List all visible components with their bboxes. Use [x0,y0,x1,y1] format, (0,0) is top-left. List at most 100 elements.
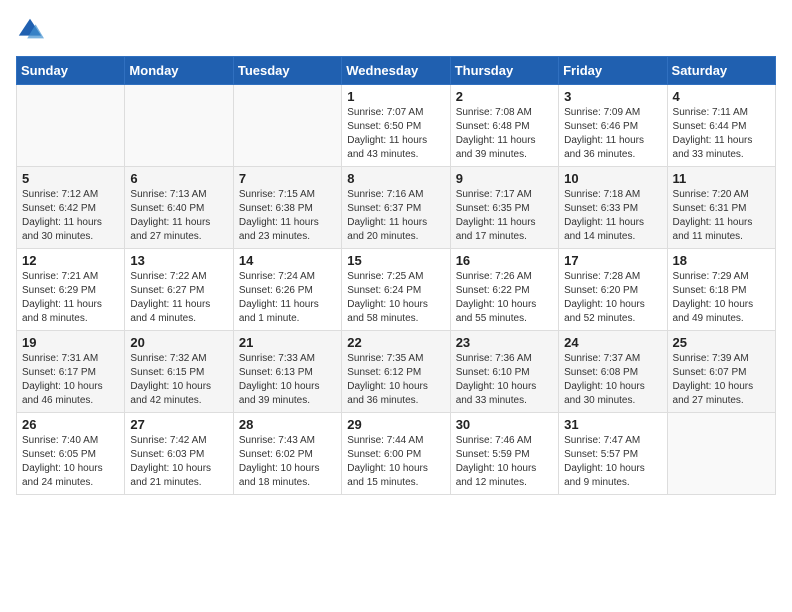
logo [16,16,48,44]
day-number: 22 [347,335,444,350]
day-number: 16 [456,253,553,268]
cell-info: Sunrise: 7:25 AM Sunset: 6:24 PM Dayligh… [347,270,444,326]
day-number: 6 [130,171,227,186]
cell-info: Sunrise: 7:36 AM Sunset: 6:10 PM Dayligh… [456,352,553,408]
cell-info: Sunrise: 7:13 AM Sunset: 6:40 PM Dayligh… [130,188,227,244]
day-number: 11 [673,171,770,186]
calendar-cell: 8 Sunrise: 7:16 AM Sunset: 6:37 PM Daylig… [342,167,450,249]
calendar-cell: 17Sunrise: 7:28 AM Sunset: 6:20 PM Dayli… [559,249,667,331]
day-number: 28 [239,417,336,432]
calendar-cell: 10 Sunrise: 7:18 AM Sunset: 6:33 PM Dayli… [559,167,667,249]
cell-info: Sunrise: 7:26 AM Sunset: 6:22 PM Dayligh… [456,270,553,326]
cell-info: Sunrise: 7:22 AM Sunset: 6:27 PM Dayligh… [130,270,227,326]
calendar-week-row: 12 Sunrise: 7:21 AM Sunset: 6:29 PM Dayli… [17,249,776,331]
col-header-sunday: Sunday [17,57,125,85]
day-number: 9 [456,171,553,186]
day-number: 20 [130,335,227,350]
calendar-cell: 11 Sunrise: 7:20 AM Sunset: 6:31 PM Dayli… [667,167,775,249]
cell-info: Sunrise: 7:44 AM Sunset: 6:00 PM Dayligh… [347,434,444,490]
cell-info: Sunrise: 7:24 AM Sunset: 6:26 PM Dayligh… [239,270,336,326]
cell-info: Sunrise: 7:35 AM Sunset: 6:12 PM Dayligh… [347,352,444,408]
day-number: 21 [239,335,336,350]
day-number: 26 [22,417,119,432]
cell-info: Sunrise: 7:46 AM Sunset: 5:59 PM Dayligh… [456,434,553,490]
day-number: 24 [564,335,661,350]
calendar-cell: 26 Sunrise: 7:40 AM Sunset: 6:05 PM Dayli… [17,413,125,495]
cell-info: Sunrise: 7:16 AM Sunset: 6:37 PM Dayligh… [347,188,444,244]
cell-info: Sunrise: 7:15 AM Sunset: 6:38 PM Dayligh… [239,188,336,244]
calendar-cell: 1 Sunrise: 7:07 AM Sunset: 6:50 PM Daylig… [342,85,450,167]
calendar-cell [667,413,775,495]
col-header-friday: Friday [559,57,667,85]
calendar-cell: 13 Sunrise: 7:22 AM Sunset: 6:27 PM Dayli… [125,249,233,331]
calendar-cell: 28Sunrise: 7:43 AM Sunset: 6:02 PM Dayli… [233,413,341,495]
col-header-monday: Monday [125,57,233,85]
calendar-cell: 6 Sunrise: 7:13 AM Sunset: 6:40 PM Daylig… [125,167,233,249]
day-number: 8 [347,171,444,186]
day-number: 17 [564,253,661,268]
col-header-saturday: Saturday [667,57,775,85]
calendar-cell: 24 Sunrise: 7:37 AM Sunset: 6:08 PM Dayli… [559,331,667,413]
calendar-cell: 5Sunrise: 7:12 AM Sunset: 6:42 PM Daylig… [17,167,125,249]
cell-info: Sunrise: 7:12 AM Sunset: 6:42 PM Dayligh… [22,188,119,244]
calendar-header-row: SundayMondayTuesdayWednesdayThursdayFrid… [17,57,776,85]
col-header-wednesday: Wednesday [342,57,450,85]
cell-info: Sunrise: 7:40 AM Sunset: 6:05 PM Dayligh… [22,434,119,490]
day-number: 18 [673,253,770,268]
calendar-cell: 7 Sunrise: 7:15 AM Sunset: 6:38 PM Daylig… [233,167,341,249]
calendar-cell: 20Sunrise: 7:32 AM Sunset: 6:15 PM Dayli… [125,331,233,413]
calendar-cell: 3Sunrise: 7:09 AM Sunset: 6:46 PM Daylig… [559,85,667,167]
cell-info: Sunrise: 7:08 AM Sunset: 6:48 PM Dayligh… [456,106,553,162]
calendar-cell: 15 Sunrise: 7:25 AM Sunset: 6:24 PM Dayli… [342,249,450,331]
day-number: 15 [347,253,444,268]
day-number: 1 [347,89,444,104]
day-number: 23 [456,335,553,350]
day-number: 19 [22,335,119,350]
logo-icon [16,16,44,44]
calendar-cell: 23 Sunrise: 7:36 AM Sunset: 6:10 PM Dayli… [450,331,558,413]
day-number: 10 [564,171,661,186]
calendar-cell: 4 Sunrise: 7:11 AM Sunset: 6:44 PM Daylig… [667,85,775,167]
calendar-week-row: 1 Sunrise: 7:07 AM Sunset: 6:50 PM Daylig… [17,85,776,167]
page-header [16,16,776,44]
day-number: 25 [673,335,770,350]
calendar-cell: 30Sunrise: 7:46 AM Sunset: 5:59 PM Dayli… [450,413,558,495]
calendar-table: SundayMondayTuesdayWednesdayThursdayFrid… [16,56,776,495]
day-number: 4 [673,89,770,104]
cell-info: Sunrise: 7:37 AM Sunset: 6:08 PM Dayligh… [564,352,661,408]
cell-info: Sunrise: 7:39 AM Sunset: 6:07 PM Dayligh… [673,352,770,408]
calendar-cell: 18 Sunrise: 7:29 AM Sunset: 6:18 PM Dayli… [667,249,775,331]
calendar-week-row: 5Sunrise: 7:12 AM Sunset: 6:42 PM Daylig… [17,167,776,249]
calendar-cell [17,85,125,167]
calendar-cell [233,85,341,167]
calendar-cell: 16 Sunrise: 7:26 AM Sunset: 6:22 PM Dayli… [450,249,558,331]
calendar-week-row: 19 Sunrise: 7:31 AM Sunset: 6:17 PM Dayli… [17,331,776,413]
day-number: 13 [130,253,227,268]
cell-info: Sunrise: 7:33 AM Sunset: 6:13 PM Dayligh… [239,352,336,408]
col-header-thursday: Thursday [450,57,558,85]
calendar-cell: 22 Sunrise: 7:35 AM Sunset: 6:12 PM Dayli… [342,331,450,413]
calendar-cell: 21 Sunrise: 7:33 AM Sunset: 6:13 PM Dayli… [233,331,341,413]
cell-info: Sunrise: 7:20 AM Sunset: 6:31 PM Dayligh… [673,188,770,244]
day-number: 2 [456,89,553,104]
day-number: 31 [564,417,661,432]
calendar-cell: 31 Sunrise: 7:47 AM Sunset: 5:57 PM Dayli… [559,413,667,495]
day-number: 3 [564,89,661,104]
cell-info: Sunrise: 7:18 AM Sunset: 6:33 PM Dayligh… [564,188,661,244]
calendar-cell: 12 Sunrise: 7:21 AM Sunset: 6:29 PM Dayli… [17,249,125,331]
cell-info: Sunrise: 7:07 AM Sunset: 6:50 PM Dayligh… [347,106,444,162]
calendar-cell: 14 Sunrise: 7:24 AM Sunset: 6:26 PM Dayli… [233,249,341,331]
day-number: 12 [22,253,119,268]
cell-info: Sunrise: 7:31 AM Sunset: 6:17 PM Dayligh… [22,352,119,408]
cell-info: Sunrise: 7:21 AM Sunset: 6:29 PM Dayligh… [22,270,119,326]
day-number: 29 [347,417,444,432]
day-number: 14 [239,253,336,268]
cell-info: Sunrise: 7:11 AM Sunset: 6:44 PM Dayligh… [673,106,770,162]
calendar-week-row: 26 Sunrise: 7:40 AM Sunset: 6:05 PM Dayli… [17,413,776,495]
day-number: 7 [239,171,336,186]
calendar-cell [125,85,233,167]
col-header-tuesday: Tuesday [233,57,341,85]
cell-info: Sunrise: 7:29 AM Sunset: 6:18 PM Dayligh… [673,270,770,326]
cell-info: Sunrise: 7:47 AM Sunset: 5:57 PM Dayligh… [564,434,661,490]
cell-info: Sunrise: 7:42 AM Sunset: 6:03 PM Dayligh… [130,434,227,490]
